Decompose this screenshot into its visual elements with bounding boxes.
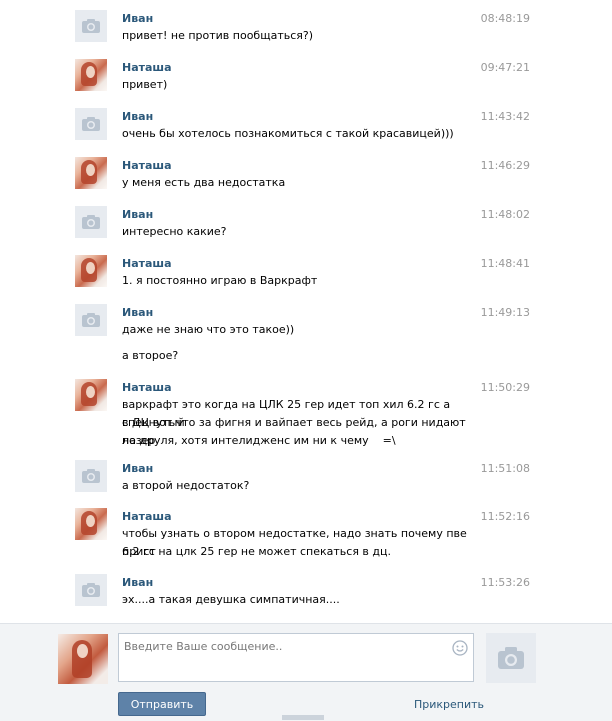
message-time: 09:47:21 xyxy=(480,61,530,74)
message-text: на друля, хотя интелидженс им ни к чему … xyxy=(122,434,396,447)
user-avatar-photo[interactable] xyxy=(75,508,107,540)
author-name[interactable]: Наташа xyxy=(122,61,172,74)
user-avatar-photo[interactable] xyxy=(75,255,107,287)
camera-icon[interactable] xyxy=(75,304,107,336)
message-text: эх....а такая девушка симпатичная.... xyxy=(122,593,340,606)
message-input[interactable]: Введите Ваше сообщение.. xyxy=(118,633,474,682)
message-time: 11:53:26 xyxy=(480,576,530,589)
message-text: привет) xyxy=(122,78,168,91)
camera-icon[interactable] xyxy=(75,108,107,140)
message-time: 11:49:13 xyxy=(480,306,530,319)
message-text: привет! не против пообщаться?) xyxy=(122,29,314,42)
message-time: 11:52:16 xyxy=(480,510,530,523)
camera-icon[interactable] xyxy=(75,574,107,606)
send-button[interactable]: Отправить xyxy=(118,692,206,716)
message-input-placeholder: Введите Ваше сообщение.. xyxy=(124,640,283,653)
message-text: очень бы хотелось познакомиться с такой … xyxy=(122,127,454,140)
current-user-avatar[interactable] xyxy=(58,634,108,684)
message-time: 11:50:29 xyxy=(480,381,530,394)
author-name[interactable]: Наташа xyxy=(122,159,172,172)
attach-link[interactable]: Прикрепить xyxy=(414,698,484,711)
message-text: а второй недостаток? xyxy=(122,479,250,492)
author-name[interactable]: Наташа xyxy=(122,510,172,523)
author-name[interactable]: Иван xyxy=(122,208,153,221)
message-time: 11:48:41 xyxy=(480,257,530,270)
camera-icon[interactable] xyxy=(486,633,536,683)
message-time: 11:51:08 xyxy=(480,462,530,475)
author-name[interactable]: Наташа xyxy=(122,381,172,394)
author-name[interactable]: Иван xyxy=(122,12,153,25)
message-text: интересно какие? xyxy=(122,225,227,238)
message-time: 11:43:42 xyxy=(480,110,530,123)
message-time: 08:48:19 xyxy=(480,12,530,25)
message-composer: Введите Ваше сообщение.. Отправить Прикр… xyxy=(0,623,612,721)
author-name[interactable]: Иван xyxy=(122,306,153,319)
author-name[interactable]: Наташа xyxy=(122,257,172,270)
author-name[interactable]: Иван xyxy=(122,110,153,123)
message-text: 6.2 гс на цлк 25 гер не может спекаться … xyxy=(122,545,392,558)
author-name[interactable]: Иван xyxy=(122,462,153,475)
message-text: 1. я постоянно играю в Варкрафт xyxy=(122,274,318,287)
message-time: 11:46:29 xyxy=(480,159,530,172)
user-avatar-photo[interactable] xyxy=(75,59,107,91)
camera-icon[interactable] xyxy=(75,460,107,492)
camera-icon[interactable] xyxy=(75,206,107,238)
message-text: а второе? xyxy=(122,349,179,362)
user-avatar-photo[interactable] xyxy=(75,379,107,411)
camera-icon[interactable] xyxy=(75,10,107,42)
message-text: даже не знаю что это такое)) xyxy=(122,323,295,336)
smiley-icon[interactable] xyxy=(452,640,468,659)
scroll-indicator xyxy=(282,715,324,720)
author-name[interactable]: Иван xyxy=(122,576,153,589)
message-text: у меня есть два недостатка xyxy=(122,176,286,189)
user-avatar-photo[interactable] xyxy=(75,157,107,189)
message-time: 11:48:02 xyxy=(480,208,530,221)
